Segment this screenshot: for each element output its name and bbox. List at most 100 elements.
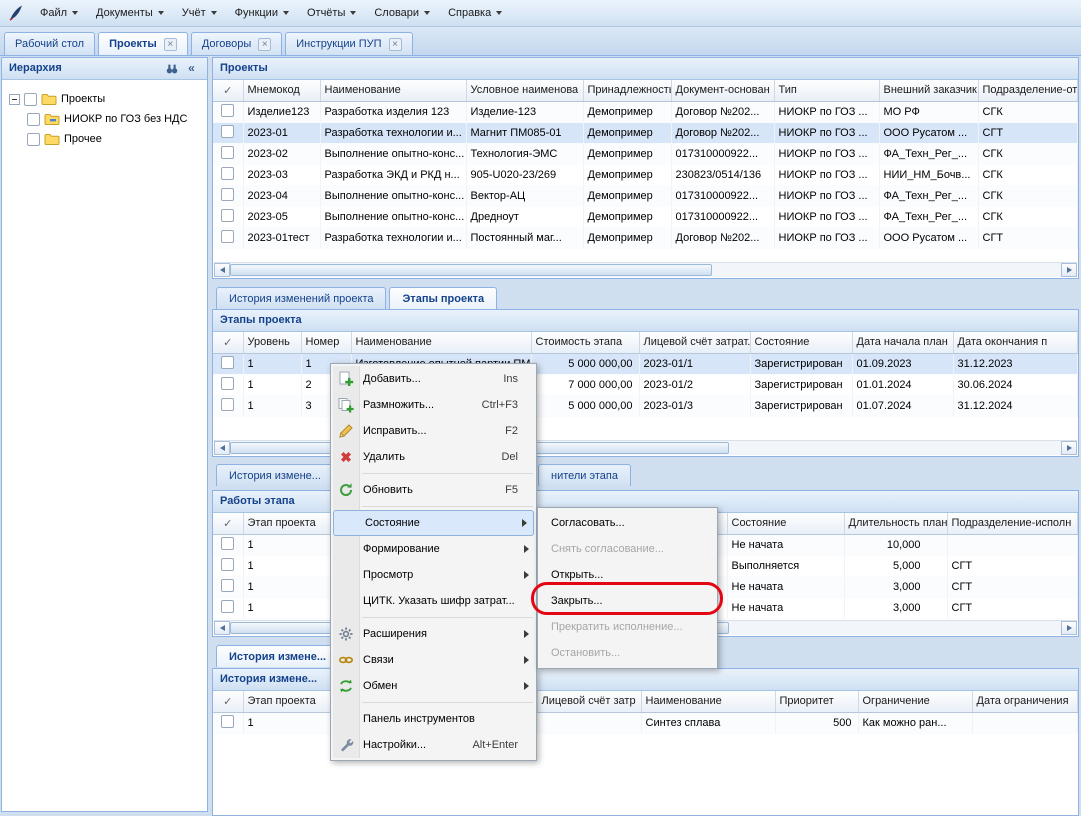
column-header[interactable]: Наименование: [351, 332, 531, 353]
tree-checkbox[interactable]: [24, 93, 37, 106]
scroll-right-button[interactable]: [1061, 621, 1077, 635]
column-header-check[interactable]: ✓: [213, 332, 243, 353]
menu-accounting[interactable]: Учёт: [173, 3, 226, 23]
row-checkbox[interactable]: [221, 125, 234, 138]
menu-help[interactable]: Справка: [439, 3, 511, 23]
tree-checkbox[interactable]: [27, 133, 40, 146]
collapse-sidebar-icon[interactable]: «: [183, 61, 200, 77]
tree-item-niokr[interactable]: НИОКР по ГОЗ без НДС: [9, 109, 203, 129]
tab-instructions[interactable]: Инструкции ПУП×: [285, 32, 412, 55]
menu-item-state[interactable]: Состояние: [333, 510, 534, 536]
menu-dictionaries[interactable]: Словари: [365, 3, 439, 23]
collapse-node-icon[interactable]: [9, 94, 20, 105]
row-checkbox[interactable]: [221, 579, 234, 592]
column-header[interactable]: Условное наименова: [466, 80, 583, 101]
tree-checkbox[interactable]: [27, 113, 40, 126]
table-row[interactable]: Изделие123Разработка изделия 123Изделие-…: [213, 101, 1078, 122]
row-checkbox[interactable]: [221, 356, 234, 369]
scroll-left-button[interactable]: [214, 621, 230, 635]
column-header[interactable]: Внешний заказчик: [879, 80, 978, 101]
tab-project-history[interactable]: История изменений проекта: [216, 287, 386, 309]
column-header[interactable]: Мнемокод: [243, 80, 320, 101]
scroll-right-button[interactable]: [1061, 263, 1077, 277]
column-header[interactable]: Длительность план: [844, 513, 947, 534]
tab-stage-executors[interactable]: нители этапа: [538, 464, 631, 486]
table-row[interactable]: 2023-01Разработка технологии и...Магнит …: [213, 122, 1078, 143]
row-checkbox[interactable]: [221, 188, 234, 201]
close-icon[interactable]: ×: [258, 38, 271, 51]
tab-work-history[interactable]: История измене...: [216, 645, 339, 667]
menu-item-toolbar[interactable]: Панель инструментов: [331, 706, 536, 732]
column-header[interactable]: Принадлежность: [583, 80, 671, 101]
menu-item-formation[interactable]: Формирование: [331, 536, 536, 562]
menu-reports[interactable]: Отчёты: [298, 3, 365, 23]
column-header[interactable]: Дата окончания п: [953, 332, 1078, 353]
menu-item-refresh[interactable]: Обновить F5: [331, 477, 536, 503]
close-icon[interactable]: ×: [389, 38, 402, 51]
row-checkbox[interactable]: [221, 230, 234, 243]
menu-functions[interactable]: Функции: [226, 3, 298, 23]
column-header[interactable]: Дата начала план: [852, 332, 953, 353]
row-checkbox[interactable]: [221, 377, 234, 390]
horizontal-scrollbar[interactable]: [214, 262, 1077, 277]
menu-item-clone[interactable]: Размножить... Ctrl+F3: [331, 392, 536, 418]
column-header[interactable]: Документ-основан: [671, 80, 774, 101]
column-header-check[interactable]: ✓: [213, 513, 243, 534]
menu-item-settings[interactable]: Настройки... Alt+Enter: [331, 732, 536, 758]
row-checkbox[interactable]: [221, 600, 234, 613]
column-header[interactable]: Наименование: [320, 80, 466, 101]
tree-item-other[interactable]: Прочее: [9, 129, 203, 149]
scroll-right-button[interactable]: [1061, 441, 1077, 455]
column-header[interactable]: Подразделение-исполн: [947, 513, 1078, 534]
table-row[interactable]: 2023-01тестРазработка технологии и...Пос…: [213, 227, 1078, 248]
row-checkbox[interactable]: [221, 167, 234, 180]
menu-item-delete[interactable]: Удалить Del: [331, 444, 536, 470]
menu-item-add[interactable]: Добавить... Ins: [331, 366, 536, 392]
menu-item-exchange[interactable]: Обмен: [331, 673, 536, 699]
scroll-left-button[interactable]: [214, 263, 230, 277]
tab-projects[interactable]: Проекты×: [98, 32, 188, 55]
row-checkbox[interactable]: [221, 558, 234, 571]
column-header[interactable]: Уровень: [243, 332, 301, 353]
column-header[interactable]: Номер: [301, 332, 351, 353]
submenu-item-close[interactable]: Закрыть...: [538, 588, 717, 614]
row-checkbox[interactable]: [221, 146, 234, 159]
tab-stage-history[interactable]: История измене...: [216, 464, 334, 486]
column-header[interactable]: Состояние: [727, 513, 844, 534]
column-header[interactable]: Ограничение: [858, 691, 972, 712]
row-checkbox[interactable]: [221, 209, 234, 222]
close-icon[interactable]: ×: [164, 38, 177, 51]
table-row[interactable]: 2023-02Выполнение опытно-конс...Технолог…: [213, 143, 1078, 164]
table-row[interactable]: 2023-05Выполнение опытно-конс...Дредноут…: [213, 206, 1078, 227]
scroll-left-button[interactable]: [214, 441, 230, 455]
menu-file[interactable]: Файл: [31, 3, 87, 23]
row-checkbox[interactable]: [221, 715, 234, 728]
column-header[interactable]: Наименование: [641, 691, 775, 712]
menu-item-view[interactable]: Просмотр: [331, 562, 536, 588]
column-header[interactable]: Подразделение-от: [978, 80, 1078, 101]
menu-item-citk-cost-code[interactable]: ЦИТК. Указать шифр затрат...: [331, 588, 536, 614]
column-header[interactable]: Приоритет: [775, 691, 858, 712]
search-icon[interactable]: [163, 61, 180, 77]
row-checkbox[interactable]: [221, 398, 234, 411]
column-header-check[interactable]: ✓: [213, 691, 243, 712]
menu-item-extensions[interactable]: Расширения: [331, 621, 536, 647]
column-header[interactable]: Этап проекта: [243, 513, 337, 534]
column-header[interactable]: Состояние: [750, 332, 852, 353]
column-header[interactable]: Тип: [774, 80, 879, 101]
table-row[interactable]: 2023-04Выполнение опытно-конс...Вектор-А…: [213, 185, 1078, 206]
tab-contracts[interactable]: Договоры×: [191, 32, 282, 55]
column-header[interactable]: Дата ограничения: [972, 691, 1078, 712]
menu-item-edit[interactable]: Исправить... F2: [331, 418, 536, 444]
table-row[interactable]: 2023-03Разработка ЭКД и РКД н...905-U020…: [213, 164, 1078, 185]
menu-documents[interactable]: Документы: [87, 3, 173, 23]
submenu-item-approve[interactable]: Согласовать...: [538, 510, 717, 536]
tab-project-stages[interactable]: Этапы проекта: [389, 287, 497, 309]
column-header[interactable]: Лицевой счёт затрат.: [639, 332, 750, 353]
menu-item-links[interactable]: Связи: [331, 647, 536, 673]
column-header-check[interactable]: ✓: [213, 80, 243, 101]
column-header[interactable]: Этап проекта: [243, 691, 337, 712]
column-header[interactable]: Лицевой счёт затр: [537, 691, 641, 712]
column-header[interactable]: Стоимость этапа: [531, 332, 639, 353]
tab-desktop[interactable]: Рабочий стол: [4, 32, 95, 55]
